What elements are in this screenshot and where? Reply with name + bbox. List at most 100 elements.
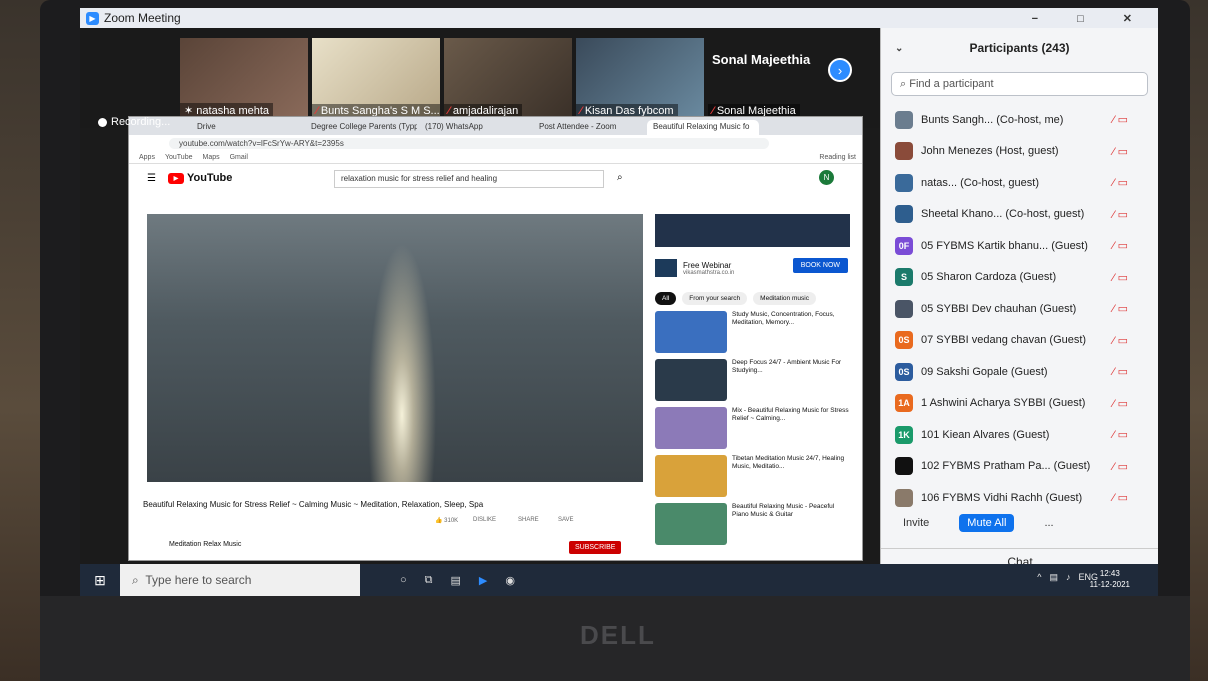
participant-name: 106 FYBMS Vidhi Rachh (Guest): [921, 491, 1083, 504]
file-explorer-icon[interactable]: ▤: [451, 574, 461, 587]
participant-row[interactable]: 1K 101 Kiean Alvares (Guest) ⁄ ▭: [881, 419, 1158, 451]
chip-from-search[interactable]: From your search: [682, 292, 748, 305]
search-icon[interactable]: ⌕: [617, 172, 623, 183]
related-video[interactable]: Mix - Beautiful Relaxing Music for Stres…: [655, 407, 850, 449]
save-button[interactable]: SAVE: [558, 517, 574, 523]
mic-muted-icon[interactable]: ⁄ ▭: [1113, 271, 1128, 284]
participant-row[interactable]: 1A 1 Ashwini Acharya SYBBI (Guest) ⁄ ▭: [881, 388, 1158, 420]
bookmark-gmail[interactable]: Gmail: [230, 154, 248, 161]
like-button[interactable]: 👍 310K: [435, 517, 458, 524]
active-speaker-name: Sonal Majeethia: [712, 52, 811, 67]
windows-start-icon[interactable]: ⊞: [80, 572, 120, 589]
mic-muted-icon[interactable]: ⁄ ▭: [1113, 113, 1128, 126]
url-field[interactable]: youtube.com/watch?v=lFcSrYw-ARY&t=2395s: [169, 137, 769, 149]
mic-muted-icon[interactable]: ⁄ ▭: [1113, 145, 1128, 158]
chip-meditation[interactable]: Meditation music: [753, 292, 816, 305]
participant-name: 102 FYBMS Pratham Pa... (Guest): [921, 460, 1091, 473]
chevron-down-icon[interactable]: ⌄: [895, 43, 903, 54]
mic-muted-icon[interactable]: ⁄ ▭: [1113, 460, 1128, 473]
bookmark-youtube[interactable]: YouTube: [165, 154, 193, 161]
participant-row[interactable]: 102 FYBMS Pratham Pa... (Guest) ⁄ ▭: [881, 451, 1158, 483]
taskbar-search[interactable]: ⌕ Type here to search: [120, 564, 360, 596]
video-player[interactable]: [147, 214, 643, 482]
mic-muted-icon[interactable]: ⁄ ▭: [1113, 428, 1128, 441]
task-view-icon[interactable]: ⧉: [425, 574, 433, 587]
gallery-strip: ✶ natasha mehta ⁄ Bunts Sangha's S M S...…: [80, 28, 880, 128]
avatar: [895, 173, 913, 192]
bookmark-apps[interactable]: Apps: [139, 154, 155, 161]
dislike-button[interactable]: DISLIKE: [473, 517, 496, 523]
invite-button[interactable]: Invite: [903, 517, 929, 529]
video-thumbnail: [655, 455, 727, 497]
mic-muted-icon[interactable]: ⁄ ▭: [1113, 302, 1128, 315]
participant-row[interactable]: Bunts Sangh... (Co-host, me) ⁄ ▭: [881, 104, 1158, 136]
participant-row[interactable]: Sheetal Khano... (Co-host, guest) ⁄ ▭: [881, 199, 1158, 231]
avatar: [895, 142, 913, 161]
browser-tab[interactable]: Degree College Parents (Typpto: [305, 120, 417, 135]
webinar-title: Free Webinar: [683, 260, 732, 270]
find-participant-input[interactable]: ⌕ Find a participant: [891, 72, 1148, 96]
recording-indicator[interactable]: Recording...: [98, 116, 170, 128]
zoom-taskbar-icon[interactable]: ▶: [479, 574, 487, 587]
bookmark-maps[interactable]: Maps: [202, 154, 219, 161]
window-controls[interactable]: − □ ✕: [1032, 12, 1150, 25]
mic-muted-icon[interactable]: ⁄ ▭: [1113, 239, 1128, 252]
participant-row[interactable]: 0F 05 FYBMS Kartik bhanu... (Guest) ⁄ ▭: [881, 230, 1158, 262]
more-button[interactable]: ...: [1044, 517, 1053, 529]
participants-footer: Invite Mute All ...: [881, 508, 1158, 538]
filter-chips: All From your search Meditation music: [655, 292, 850, 305]
gallery-next-button[interactable]: ›: [828, 58, 852, 82]
zoom-title-bar: ▶ Zoom Meeting: [80, 8, 1158, 28]
participant-name: natas... (Co-host, guest): [921, 176, 1039, 189]
network-icon[interactable]: ▤: [1049, 572, 1058, 583]
participant-name: Bunts Sangh... (Co-host, me): [921, 113, 1064, 126]
participant-row[interactable]: 05 SYBBI Dev chauhan (Guest) ⁄ ▭: [881, 293, 1158, 325]
gallery-tile-3[interactable]: ⁄ amjadalirajan: [444, 38, 572, 120]
participant-name: 09 Sakshi Gopale (Guest): [921, 365, 1048, 378]
mic-muted-icon[interactable]: ⁄ ▭: [1113, 208, 1128, 221]
participant-row[interactable]: S 05 Sharon Cardoza (Guest) ⁄ ▭: [881, 262, 1158, 294]
gallery-tile-4[interactable]: ⁄ Kisan Das fybcom: [576, 38, 704, 120]
avatar[interactable]: N: [819, 170, 834, 185]
participant-row[interactable]: John Menezes (Host, guest) ⁄ ▭: [881, 136, 1158, 168]
related-video[interactable]: Study Music, Concentration, Focus, Medit…: [655, 311, 850, 353]
mic-muted-icon[interactable]: ⁄ ▭: [1113, 365, 1128, 378]
youtube-logo[interactable]: ▶ YouTube: [167, 172, 232, 184]
mic-muted-icon[interactable]: ⁄ ▭: [1113, 397, 1128, 410]
youtube-search-input[interactable]: relaxation music for stress relief and h…: [334, 170, 604, 188]
hamburger-icon[interactable]: ☰: [147, 173, 156, 184]
address-bar: youtube.com/watch?v=lFcSrYw-ARY&t=2395s: [129, 135, 862, 151]
avatar: [895, 299, 913, 318]
tray-chevron-icon[interactable]: ^: [1037, 572, 1041, 583]
mic-muted-icon[interactable]: ⁄ ▭: [1113, 334, 1128, 347]
participant-row[interactable]: natas... (Co-host, guest) ⁄ ▭: [881, 167, 1158, 199]
related-video[interactable]: Beautiful Relaxing Music - Peaceful Pian…: [655, 503, 850, 545]
taskbar-clock[interactable]: 12:43 11-12-2021: [1090, 568, 1130, 590]
book-now-button[interactable]: BOOK NOW: [792, 258, 848, 273]
browser-tab[interactable]: (170) WhatsApp: [419, 120, 531, 135]
reading-list-button[interactable]: Reading list: [819, 154, 856, 161]
mic-muted-icon[interactable]: ⁄ ▭: [1113, 176, 1128, 189]
chrome-tab-strip: Drive Degree College Parents (Typpto (17…: [129, 117, 862, 135]
search-icon: ⌕: [132, 572, 146, 587]
mute-all-button[interactable]: Mute All: [959, 514, 1015, 532]
chrome-taskbar-icon[interactable]: ◉: [505, 574, 515, 587]
volume-icon[interactable]: ♪: [1066, 572, 1071, 583]
ad-banner[interactable]: [655, 214, 850, 247]
ad-webinar[interactable]: Free Webinar vikasmathstra.co.in BOOK NO…: [655, 252, 850, 284]
gallery-tile-2[interactable]: ⁄ Bunts Sangha's S M S...: [312, 38, 440, 120]
gallery-tile-1[interactable]: ✶ natasha mehta: [180, 38, 308, 120]
participant-row[interactable]: 0S 09 Sakshi Gopale (Guest) ⁄ ▭: [881, 356, 1158, 388]
cortana-icon[interactable]: ○: [400, 574, 407, 586]
browser-tab[interactable]: Drive: [191, 120, 303, 135]
browser-tab-active[interactable]: Beautiful Relaxing Music fo: [647, 120, 759, 135]
mic-muted-icon[interactable]: ⁄ ▭: [1113, 491, 1128, 504]
related-video[interactable]: Tibetan Meditation Music 24/7, Healing M…: [655, 455, 850, 497]
subscribe-button[interactable]: SUBSCRIBE: [569, 541, 622, 554]
participant-row[interactable]: 0S 07 SYBBI vedang chavan (Guest) ⁄ ▭: [881, 325, 1158, 357]
chip-all[interactable]: All: [655, 292, 677, 305]
browser-tab[interactable]: Post Attendee - Zoom: [533, 120, 645, 135]
channel-name[interactable]: Meditation Relax Music: [169, 541, 241, 548]
share-button[interactable]: SHARE: [518, 517, 539, 523]
related-video[interactable]: Deep Focus 24/7 - Ambient Music For Stud…: [655, 359, 850, 401]
